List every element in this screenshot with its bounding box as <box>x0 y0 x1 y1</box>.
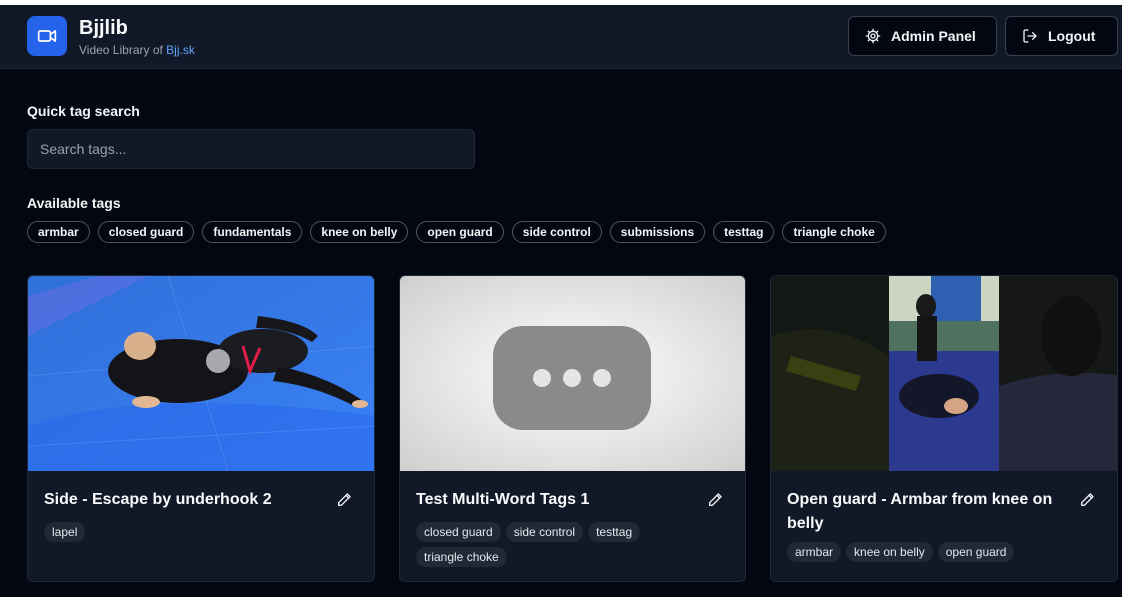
video-title[interactable]: Test Multi-Word Tags 1 <box>416 488 686 512</box>
app-title: Bjjlib <box>79 17 128 39</box>
video-tag[interactable]: triangle choke <box>416 547 507 567</box>
tag-knee-on-belly[interactable]: knee on belly <box>310 221 409 243</box>
video-tag[interactable]: side control <box>505 522 584 542</box>
logout-label: Logout <box>1048 28 1096 44</box>
tag-triangle-choke[interactable]: triangle choke <box>782 221 886 243</box>
edit-button[interactable] <box>334 490 354 510</box>
video-tag[interactable]: knee on belly <box>846 542 933 562</box>
admin-panel-label: Admin Panel <box>891 28 976 44</box>
video-tag[interactable]: testtag <box>588 522 641 542</box>
video-camera-icon <box>37 30 57 42</box>
video-card[interactable]: Test Multi-Word Tags 1 closed guard side… <box>399 275 746 582</box>
pencil-icon <box>338 493 351 506</box>
video-thumbnail[interactable] <box>28 276 374 471</box>
video-tag[interactable]: open guard <box>937 542 1015 562</box>
tag-armbar[interactable]: armbar <box>27 221 90 243</box>
site-link[interactable]: Bjj.sk <box>166 43 195 57</box>
pencil-icon <box>709 493 722 506</box>
video-title[interactable]: Side - Escape by underhook 2 <box>44 488 314 512</box>
video-tags: lapel <box>44 522 344 542</box>
edit-button[interactable] <box>1077 490 1097 510</box>
video-card[interactable]: Side - Escape by underhook 2 lapel <box>27 275 375 582</box>
video-thumbnail[interactable] <box>771 276 1117 471</box>
available-tags-label: Available tags <box>27 195 121 211</box>
app-header: Bjjlib Video Library of Bjj.sk Admin Pan… <box>0 5 1122 69</box>
tag-fundamentals[interactable]: fundamentals <box>202 221 303 243</box>
tag-closed-guard[interactable]: closed guard <box>97 221 195 243</box>
admin-panel-button[interactable]: Admin Panel <box>848 16 997 56</box>
gear-icon <box>865 28 881 44</box>
logout-icon <box>1023 29 1037 43</box>
available-tags-list: armbar closed guard fundamentals knee on… <box>27 221 886 243</box>
video-tag[interactable]: armbar <box>787 542 842 562</box>
video-tag[interactable]: closed guard <box>416 522 501 542</box>
video-title[interactable]: Open guard - Armbar from knee on belly <box>787 488 1057 536</box>
logout-button[interactable]: Logout <box>1005 16 1118 56</box>
tag-open-guard[interactable]: open guard <box>416 221 504 243</box>
video-thumbnail[interactable] <box>400 276 745 471</box>
tag-submissions[interactable]: submissions <box>609 221 706 243</box>
video-card[interactable]: Open guard - Armbar from knee on belly a… <box>770 275 1118 582</box>
tag-testtag[interactable]: testtag <box>713 221 775 243</box>
video-tags: closed guard side control testtag triang… <box>416 522 716 567</box>
app-subtitle: Video Library of Bjj.sk <box>79 43 195 57</box>
logo[interactable] <box>27 16 67 56</box>
edit-button[interactable] <box>705 490 725 510</box>
tag-side-control[interactable]: side control <box>511 221 602 243</box>
video-tag[interactable]: lapel <box>44 522 86 542</box>
search-label: Quick tag search <box>27 103 140 119</box>
subtitle-text: Video Library of <box>79 43 167 57</box>
video-tags: armbar knee on belly open guard <box>787 542 1087 562</box>
pencil-icon <box>1081 493 1094 506</box>
tag-search-input[interactable] <box>27 129 475 169</box>
